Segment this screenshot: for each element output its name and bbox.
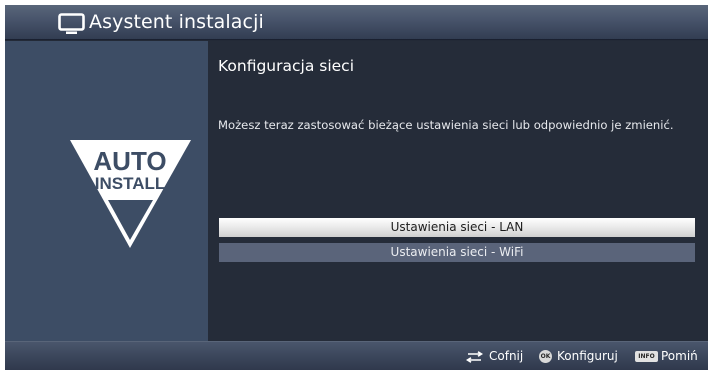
logo-line-install: INSTALL [95,174,166,193]
logo-line-auto: AUTO [93,146,166,176]
option-lan-settings[interactable]: Ustawienia sieci - LAN [219,218,695,237]
header-title: Asystent instalacji [89,11,264,33]
footer-bar: Cofnij OK Konfiguruj INFO Pomiń [5,341,708,370]
description-text: Możesz teraz zastosować bieżące ustawien… [218,118,674,132]
back-hint-label: Cofnij [489,349,524,363]
installation-wizard-screen: Asystent instalacji AUTO INSTALL Konfigu… [5,5,708,370]
skip-hint-label: Pomiń [661,349,698,363]
main-content: Konfiguracja sieci Możesz teraz zastosow… [208,41,708,341]
info-button-icon: INFO [635,351,658,362]
ok-button-icon: OK [539,350,552,363]
header-bar: Asystent instalacji [5,5,708,40]
configure-hint-label: Konfiguruj [557,349,618,363]
section-title: Konfiguracja sieci [218,57,354,75]
left-panel: AUTO INSTALL [5,41,208,341]
back-arrows-icon [465,351,484,363]
auto-install-logo: AUTO INSTALL [70,140,191,248]
option-wifi-settings[interactable]: Ustawienia sieci - WiFi [219,243,695,262]
tv-icon [58,13,85,34]
